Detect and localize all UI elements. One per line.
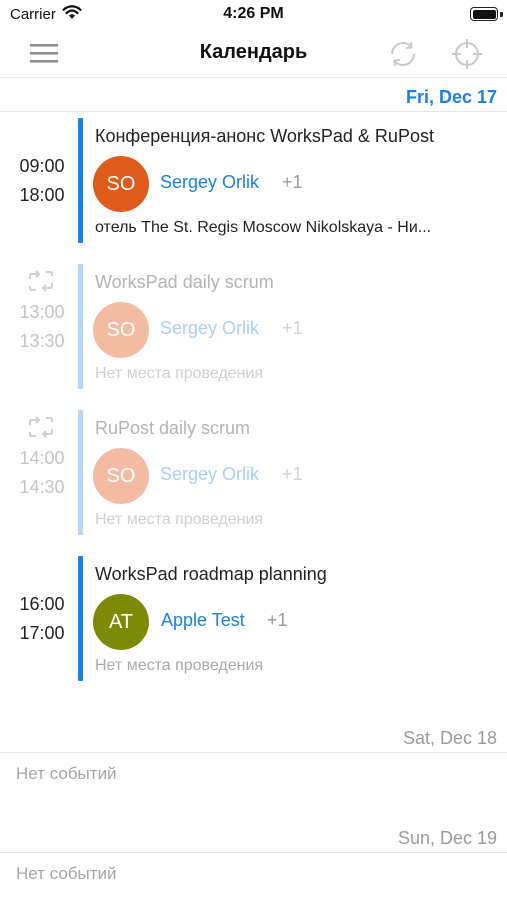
attendee-count: +1 — [282, 464, 303, 484]
day-header-label: Sun, Dec 19 — [397, 828, 497, 848]
crosshair-icon[interactable] — [450, 37, 484, 71]
event-end-time: 13:30 — [19, 331, 65, 351]
divider — [0, 852, 507, 853]
avatar: AT — [93, 594, 149, 650]
event-color-bar — [78, 264, 83, 389]
day-header-sun: Sun, Dec 19 — [0, 823, 507, 853]
event-end-time: 14:30 — [19, 477, 65, 497]
day-header-label: Fri, Dec 17 — [405, 87, 497, 107]
attendee-count: +1 — [282, 172, 303, 192]
event-title: WorksPad roadmap planning — [95, 564, 327, 584]
event-end-time: 17:00 — [19, 623, 65, 643]
event-time: 14:00 14:30 — [10, 444, 74, 502]
organizer-name[interactable]: Sergey Orlik — [160, 318, 259, 339]
avatar: SO — [93, 156, 149, 212]
event-time: 16:00 17:00 — [10, 590, 74, 648]
event-start-time: 09:00 — [19, 156, 65, 176]
avatar: SO — [93, 302, 149, 358]
event-color-bar — [78, 410, 83, 535]
avatar: SO — [93, 448, 149, 504]
day-header-fri: Fri, Dec 17 — [0, 82, 507, 112]
recurring-icon — [29, 416, 53, 438]
day-header-sat: Sat, Dec 18 — [0, 723, 507, 753]
event-start-time: 14:00 — [19, 448, 65, 468]
event-time: 09:00 18:00 — [10, 152, 74, 210]
event-location: Нет места проведения — [95, 511, 264, 528]
event-start-time: 16:00 — [19, 594, 65, 614]
status-time: 4:26 PM — [223, 5, 284, 22]
sync-icon[interactable] — [386, 37, 420, 71]
battery-icon — [470, 7, 498, 21]
event-title: Конференция-анонс WorksPad & RuPost — [95, 126, 434, 146]
organizer-name[interactable]: Apple Test — [161, 610, 245, 631]
organizer-name[interactable]: Sergey Orlik — [160, 172, 259, 193]
divider — [0, 111, 507, 112]
no-events-label: Нет событий — [16, 764, 117, 783]
event-color-bar — [78, 118, 83, 243]
event-location: Нет места проведения — [95, 657, 264, 674]
organizer-name[interactable]: Sergey Orlik — [160, 464, 259, 485]
event-item[interactable]: 13:00 13:30 WorksPad daily scrum SO Serg… — [0, 264, 507, 392]
event-title: WorksPad daily scrum — [95, 272, 274, 292]
attendee-count: +1 — [267, 610, 288, 630]
page-title: Календарь — [199, 41, 308, 63]
event-title: RuPost daily scrum — [95, 418, 251, 438]
event-end-time: 18:00 — [19, 185, 65, 205]
event-time: 13:00 13:30 — [10, 298, 74, 356]
event-color-bar — [78, 556, 83, 681]
divider — [0, 752, 507, 753]
event-item[interactable]: 09:00 18:00 Конференция-анонс WorksPad &… — [0, 118, 507, 246]
day-header-label: Sat, Dec 18 — [402, 728, 497, 748]
event-item[interactable]: 14:00 14:30 RuPost daily scrum SO Sergey… — [0, 410, 507, 538]
navigation-bar: Календарь — [0, 30, 507, 78]
status-bar: Carrier 4:26 PM — [0, 0, 507, 30]
no-events-label: Нет событий — [16, 864, 117, 883]
event-location: отель The St. Regis Moscow Nikolskaya - … — [95, 219, 432, 236]
event-location: Нет места проведения — [95, 365, 264, 382]
event-start-time: 13:00 — [19, 302, 65, 322]
battery-nub — [500, 12, 503, 17]
attendee-count: +1 — [282, 318, 303, 338]
recurring-icon — [29, 270, 53, 292]
event-item[interactable]: 16:00 17:00 WorksPad roadmap planning AT… — [0, 556, 507, 684]
